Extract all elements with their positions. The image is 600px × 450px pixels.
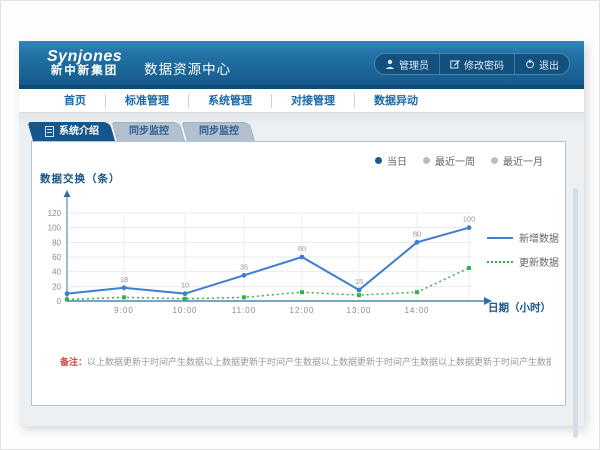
legend-update-data-label: 更新数据 <box>519 254 559 269</box>
tab-sync-monitor-1-label: 同步监控 <box>129 122 169 141</box>
filter-last-week[interactable]: 最近一周 <box>423 153 475 168</box>
desktop-background: Synjones 新中新集团 数据资源中心 管理员 修改密码 <box>0 0 600 450</box>
nav-item-standards[interactable]: 标准管理 <box>105 94 188 108</box>
line-chart: 0 20 40 60 80 100 120 9:00 10:00 11:00 12:00 13:00 1… <box>32 185 502 335</box>
page-title: 数据资源中心 <box>144 58 231 78</box>
document-icon <box>45 126 54 137</box>
logout-label: 退出 <box>539 57 559 72</box>
logout-button[interactable]: 退出 <box>514 54 569 74</box>
svg-text:120: 120 <box>48 209 62 218</box>
brand-logo: Synjones 新中新集团 <box>47 49 122 78</box>
chart-canvas: 0 20 40 60 80 100 120 9:00 10:00 11:00 12:00 13:00 1… <box>32 185 502 335</box>
filter-today[interactable]: 当日 <box>375 153 407 168</box>
tab-system-intro-label: 系统介绍 <box>59 122 99 141</box>
radio-icon <box>423 157 430 164</box>
filter-last-month[interactable]: 最近一月 <box>491 153 543 168</box>
svg-text:0: 0 <box>57 297 62 306</box>
svg-text:100: 100 <box>48 224 62 233</box>
radio-icon <box>491 157 498 164</box>
svg-text:12:00: 12:00 <box>289 306 314 315</box>
user-icon <box>385 59 395 69</box>
brand-name: Synjones <box>47 49 122 66</box>
nav-item-system[interactable]: 系统管理 <box>188 94 271 108</box>
svg-text:60: 60 <box>298 244 306 253</box>
filter-last-week-label: 最近一周 <box>435 153 475 168</box>
legend-new-data-label: 新增数据 <box>519 230 559 245</box>
tab-sync-monitor-2-label: 同步监控 <box>199 122 239 141</box>
tab-bar: 系统介绍 同步监控 同步监控 <box>33 122 257 141</box>
footer-note: 备注：以上数据更新于时间产生数据以上数据更新于时间产生数据以上数据更新于时间产生… <box>60 355 551 368</box>
legend-new-data: 新增数据 <box>487 230 559 245</box>
svg-text:14:00: 14:00 <box>404 306 429 315</box>
nav-item-home[interactable]: 首页 <box>45 94 105 108</box>
user-menu-admin[interactable]: 管理员 <box>375 54 439 74</box>
svg-text:9:00: 9:00 <box>114 306 134 315</box>
radio-selected-icon <box>375 157 382 164</box>
svg-text:100: 100 <box>463 215 476 224</box>
brand-subtitle: 新中新集团 <box>47 65 122 77</box>
change-password-label: 修改密码 <box>464 57 504 72</box>
filter-last-month-label: 最近一月 <box>503 153 543 168</box>
filter-today-label: 当日 <box>387 153 407 168</box>
note-label: 备注： <box>60 357 87 367</box>
svg-text:11:00: 11:00 <box>232 306 256 315</box>
svg-text:10:00: 10:00 <box>172 306 197 315</box>
x-axis-title: 日期（小时） <box>488 300 551 315</box>
legend-solid-line-icon <box>487 237 513 239</box>
svg-text:80: 80 <box>52 238 61 247</box>
nav-item-integration[interactable]: 对接管理 <box>271 94 354 108</box>
svg-text:40: 40 <box>52 268 61 277</box>
edit-icon <box>450 59 460 69</box>
content-area: 系统介绍 同步监控 同步监控 当日 <box>19 113 584 422</box>
main-nav: 首页 标准管理 系统管理 对接管理 数据异动 <box>19 89 584 113</box>
legend-update-data: 更新数据 <box>487 254 559 269</box>
y-axis-title: 数据交换（条） <box>40 171 121 186</box>
svg-text:15: 15 <box>355 277 363 286</box>
tab-sync-monitor-1[interactable]: 同步监控 <box>117 122 185 141</box>
svg-text:18: 18 <box>120 275 128 284</box>
change-password-button[interactable]: 修改密码 <box>439 54 514 74</box>
power-icon <box>525 59 535 69</box>
svg-text:20: 20 <box>52 282 61 291</box>
nav-item-data-changes[interactable]: 数据异动 <box>354 94 437 108</box>
chart-panel: 当日 最近一周 最近一月 数据交换（条） 0 20 40 60 80 100 120 9:00… <box>31 141 566 406</box>
tab-sync-monitor-2[interactable]: 同步监控 <box>187 122 255 141</box>
vertical-scrollbar[interactable] <box>573 188 578 438</box>
chart-legend: 新增数据 更新数据 <box>487 230 559 278</box>
svg-text:80: 80 <box>413 229 421 238</box>
svg-text:35: 35 <box>240 262 248 271</box>
svg-text:13:00: 13:00 <box>346 306 371 315</box>
app-window: Synjones 新中新集团 数据资源中心 管理员 修改密码 <box>19 41 584 426</box>
tab-system-intro[interactable]: 系统介绍 <box>33 122 115 141</box>
app-header: Synjones 新中新集团 数据资源中心 管理员 修改密码 <box>19 41 584 89</box>
svg-text:60: 60 <box>52 253 61 262</box>
user-menu-admin-label: 管理员 <box>399 57 429 72</box>
note-text: 以上数据更新于时间产生数据以上数据更新于时间产生数据以上数据更新于时间产生数据以… <box>87 357 551 367</box>
svg-text:10: 10 <box>181 281 189 290</box>
legend-dotted-line-icon <box>487 261 513 263</box>
user-menu: 管理员 修改密码 退出 <box>374 53 570 75</box>
time-range-filters: 当日 最近一周 最近一月 <box>375 153 543 168</box>
